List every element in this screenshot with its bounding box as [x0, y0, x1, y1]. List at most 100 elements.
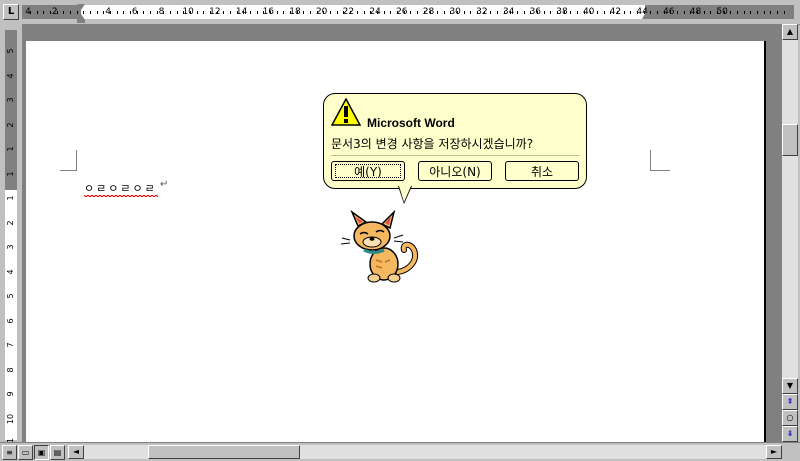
ruler-tick — [417, 11, 418, 14]
ruler-number: 10 — [182, 7, 194, 17]
ruler-tick — [597, 11, 598, 14]
scroll-left-button[interactable]: ◄ — [68, 445, 84, 459]
ruler-tick — [670, 11, 671, 14]
ruler-tick — [203, 11, 204, 14]
ruler-number: 5 — [6, 48, 15, 54]
ruler-number: 4 — [6, 72, 15, 79]
ruler-tick — [690, 11, 691, 14]
ruler-number: 10 — [6, 413, 15, 424]
scroll-down-button[interactable]: ▼ — [782, 378, 798, 394]
tab-selector-button[interactable]: L — [3, 4, 19, 20]
ruler-tick — [230, 11, 231, 14]
ruler-tick — [664, 11, 665, 14]
ruler-tick — [283, 11, 284, 14]
ruler-tick — [730, 11, 731, 14]
ruler-number: 16 — [262, 7, 275, 17]
ruler-tick — [524, 11, 525, 14]
ruler-tick — [197, 11, 198, 14]
select-browse-object-button[interactable]: ○ — [782, 410, 798, 426]
cancel-button[interactable]: 취소 — [505, 161, 579, 181]
warning-icon — [331, 98, 361, 126]
vertical-ruler[interactable]: 5432111234567891011 — [0, 24, 22, 448]
first-line-indent-marker[interactable] — [77, 4, 85, 10]
ruler-tick — [303, 11, 304, 14]
ruler-number: 48 — [689, 7, 702, 17]
ruler-tick — [430, 11, 431, 14]
ruler-tick — [484, 11, 485, 14]
ruler-number: 50 — [716, 7, 728, 17]
ruler-tick — [470, 11, 471, 14]
ruler-tick — [70, 11, 71, 14]
ruler-number: 3 — [6, 97, 15, 103]
ruler-tick — [270, 11, 271, 14]
ruler-tick — [243, 11, 244, 14]
ruler-tick — [277, 11, 278, 14]
ruler-tick — [364, 11, 365, 14]
focus-rectangle — [335, 164, 401, 178]
outline-view-button[interactable]: ▤ — [50, 445, 65, 460]
ruler-tick — [110, 11, 111, 14]
ruler-tick — [183, 11, 184, 14]
ruler-number: 7 — [6, 342, 15, 348]
ruler-tick — [764, 11, 765, 14]
ruler-tick — [350, 11, 351, 14]
crop-mark — [60, 170, 77, 171]
cancel-button-label: 취소 — [530, 165, 554, 179]
balloon-title: Microsoft Word — [367, 116, 455, 130]
crop-mark — [650, 170, 670, 171]
horizontal-scroll-thumb[interactable] — [148, 445, 300, 459]
yes-button[interactable]: 예(Y) — [331, 161, 405, 181]
right-indent-marker[interactable] — [642, 12, 650, 19]
ruler-tick — [257, 11, 258, 14]
ruler-tick — [343, 11, 344, 14]
next-page-button[interactable]: ⇟ — [782, 426, 798, 442]
vertical-scrollbar[interactable]: ▲ ▼ ⇞ ○ ⇟ — [782, 24, 798, 442]
ruler-number: 42 — [609, 7, 622, 17]
ruler-number: 3 — [6, 244, 15, 250]
ruler-tick — [617, 11, 618, 14]
ruler-tick — [210, 11, 211, 14]
ruler-tick — [784, 11, 785, 14]
ruler-tick — [770, 11, 771, 14]
horizontal-ruler[interactable]: L 4 2 4 6 8 10 12 14 16 18 20 22 24 26 28 30 32 34 36 38 40 4… — [0, 0, 800, 25]
ruler-tick — [544, 11, 545, 14]
ruler-tick — [737, 11, 738, 14]
ruler-tick — [437, 11, 438, 14]
ruler-tick — [724, 11, 725, 14]
balloon-tail-fill — [399, 186, 411, 202]
ruler-tick — [704, 11, 705, 14]
ruler-tick — [137, 11, 138, 14]
no-button[interactable]: 아니오(N) — [418, 161, 492, 181]
ruler-number: 6 — [6, 317, 15, 324]
scroll-right-button[interactable]: ► — [766, 445, 782, 459]
ruler-tick — [450, 11, 451, 14]
office-cat-assistant-icon[interactable] — [340, 210, 424, 284]
normal-view-button[interactable]: ≡ — [2, 445, 17, 460]
scroll-up-button[interactable]: ▲ — [782, 24, 798, 40]
left-indent-marker[interactable] — [77, 19, 85, 23]
ruler-tick — [677, 11, 678, 14]
ruler-tick — [564, 11, 565, 14]
document-text[interactable]: ㅇㄹㅇㄹㅇㄹ — [84, 180, 157, 196]
print-layout-view-button[interactable]: ▣ — [34, 445, 49, 460]
ruler-tick — [384, 11, 385, 14]
balloon-message: 문서3의 변경 사항을 저장하시겠습니까? — [331, 137, 534, 151]
previous-page-button[interactable]: ⇞ — [782, 394, 798, 410]
bottom-bar: ≡ ▭ ▣ ▤ ◄ ► — [0, 442, 800, 461]
ruler-tick — [150, 11, 151, 14]
ruler-tick — [517, 11, 518, 14]
ruler-tick — [50, 11, 51, 14]
ruler-tick — [477, 11, 478, 14]
ruler-tick — [650, 11, 651, 14]
ruler-tick — [370, 11, 371, 14]
ruler-tick — [777, 11, 778, 14]
ruler-number: 1 — [6, 146, 15, 152]
ruler-tick — [710, 11, 711, 14]
ruler-tick — [630, 11, 631, 14]
ruler-tick — [657, 11, 658, 14]
web-layout-view-button[interactable]: ▭ — [18, 445, 33, 460]
scroll-thumb[interactable] — [782, 124, 798, 156]
horizontal-scrollbar[interactable]: ◄ ► — [68, 445, 782, 459]
ruler-tick — [457, 11, 458, 14]
ruler-tick — [397, 11, 398, 14]
